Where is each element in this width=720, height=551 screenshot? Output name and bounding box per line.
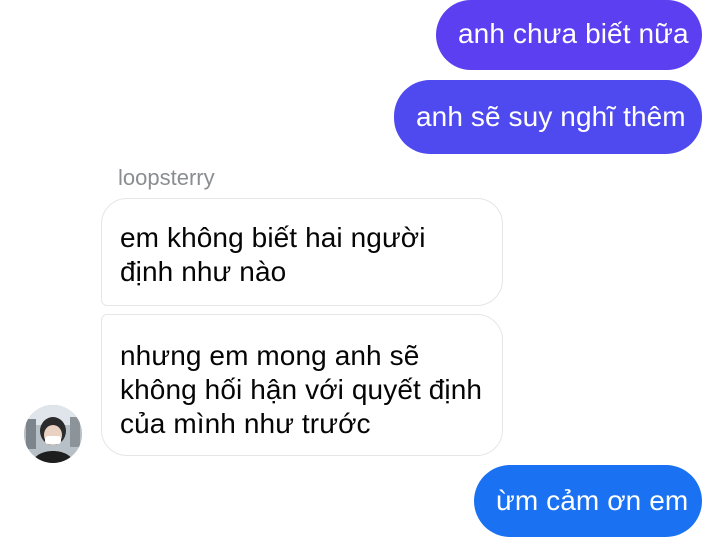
profile-photo-avatar-icon — [24, 405, 82, 463]
message-text-line: của mình như trước — [120, 408, 371, 439]
message-text-line: nhưng em mong anh sẽ — [120, 340, 420, 371]
outgoing-message-bubble[interactable]: anh sẽ suy nghĩ thêm — [394, 80, 702, 154]
outgoing-message-bubble[interactable]: anh chưa biết nữa — [436, 0, 702, 70]
incoming-message-bubble[interactable]: em không biết hai người định như nào — [101, 198, 503, 306]
sender-name: loopsterry — [118, 165, 215, 190]
message-text-line: không hối hận với quyết định — [120, 374, 483, 405]
message-text-line: em không biết hai người — [120, 222, 426, 253]
message-text: ừm cảm ơn em — [496, 485, 689, 516]
outgoing-message-bubble[interactable]: ừm cảm ơn em — [474, 465, 702, 537]
incoming-message-bubble[interactable]: nhưng em mong anh sẽ không hối hận với q… — [101, 314, 503, 456]
avatar[interactable] — [24, 405, 82, 463]
message-text: anh sẽ suy nghĩ thêm — [416, 101, 686, 132]
message-text-line: định như nào — [120, 256, 287, 287]
message-text: anh chưa biết nữa — [458, 18, 689, 49]
